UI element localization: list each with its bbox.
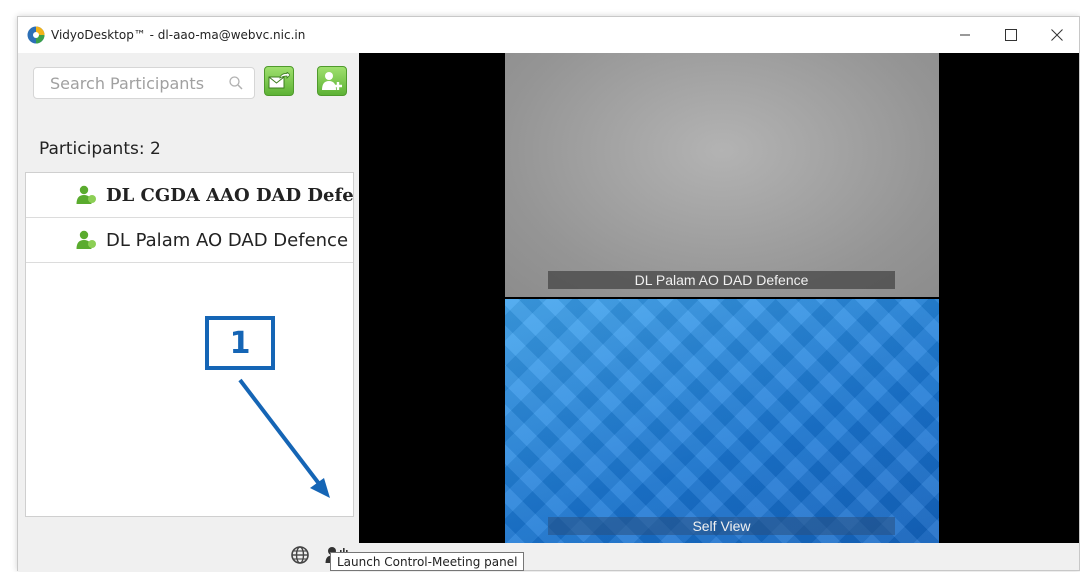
- minimize-button[interactable]: [942, 17, 988, 53]
- maximize-button[interactable]: [988, 17, 1034, 53]
- participant-name: DL CGDA AAO DAD Defence: [106, 184, 354, 206]
- remote-participant-label: DL Palam AO DAD Defence: [548, 271, 895, 289]
- title-bar[interactable]: VidyoDesktop™ - dl-aao-ma@webvc.nic.in: [18, 17, 1079, 53]
- video-area: DL Palam AO DAD Defence Self View: [359, 53, 1079, 543]
- close-button[interactable]: [1034, 17, 1080, 53]
- add-user-icon: [322, 72, 342, 90]
- tooltip: Launch Control-Meeting panel: [330, 552, 525, 571]
- search-icon[interactable]: [228, 75, 244, 91]
- annotation-number: 1: [229, 325, 251, 361]
- participant-icon: [76, 230, 96, 249]
- participant-name: DL Palam AO DAD Defence: [106, 229, 349, 251]
- self-view-tile[interactable]: Self View: [505, 299, 939, 543]
- minimize-icon: [960, 34, 970, 36]
- add-participant-button[interactable]: [317, 66, 347, 96]
- participant-icon: [76, 185, 96, 204]
- search-box: [33, 67, 255, 99]
- participant-row[interactable]: DL Palam AO DAD Defence: [26, 218, 353, 263]
- invite-email-button[interactable]: [264, 66, 294, 96]
- vidyo-app-icon: [27, 26, 45, 44]
- vidyo-window: VidyoDesktop™ - dl-aao-ma@webvc.nic.in S…: [17, 16, 1080, 572]
- remote-video-tile[interactable]: DL Palam AO DAD Defence: [505, 53, 939, 297]
- window-title: VidyoDesktop™ - dl-aao-ma@webvc.nic.in: [51, 28, 306, 42]
- search-participants-input[interactable]: [34, 68, 224, 98]
- participants-count: Participants: 2: [39, 139, 161, 159]
- self-view-label: Self View: [548, 517, 895, 535]
- share-email-icon: [268, 72, 290, 89]
- annotation-callout: 1: [205, 316, 275, 370]
- close-icon: [1051, 29, 1063, 41]
- participant-row[interactable]: DL CGDA AAO DAD Defence: [26, 173, 353, 218]
- globe-icon[interactable]: [290, 545, 310, 565]
- annotation-arrow: [238, 378, 330, 498]
- maximize-icon: [1005, 29, 1017, 41]
